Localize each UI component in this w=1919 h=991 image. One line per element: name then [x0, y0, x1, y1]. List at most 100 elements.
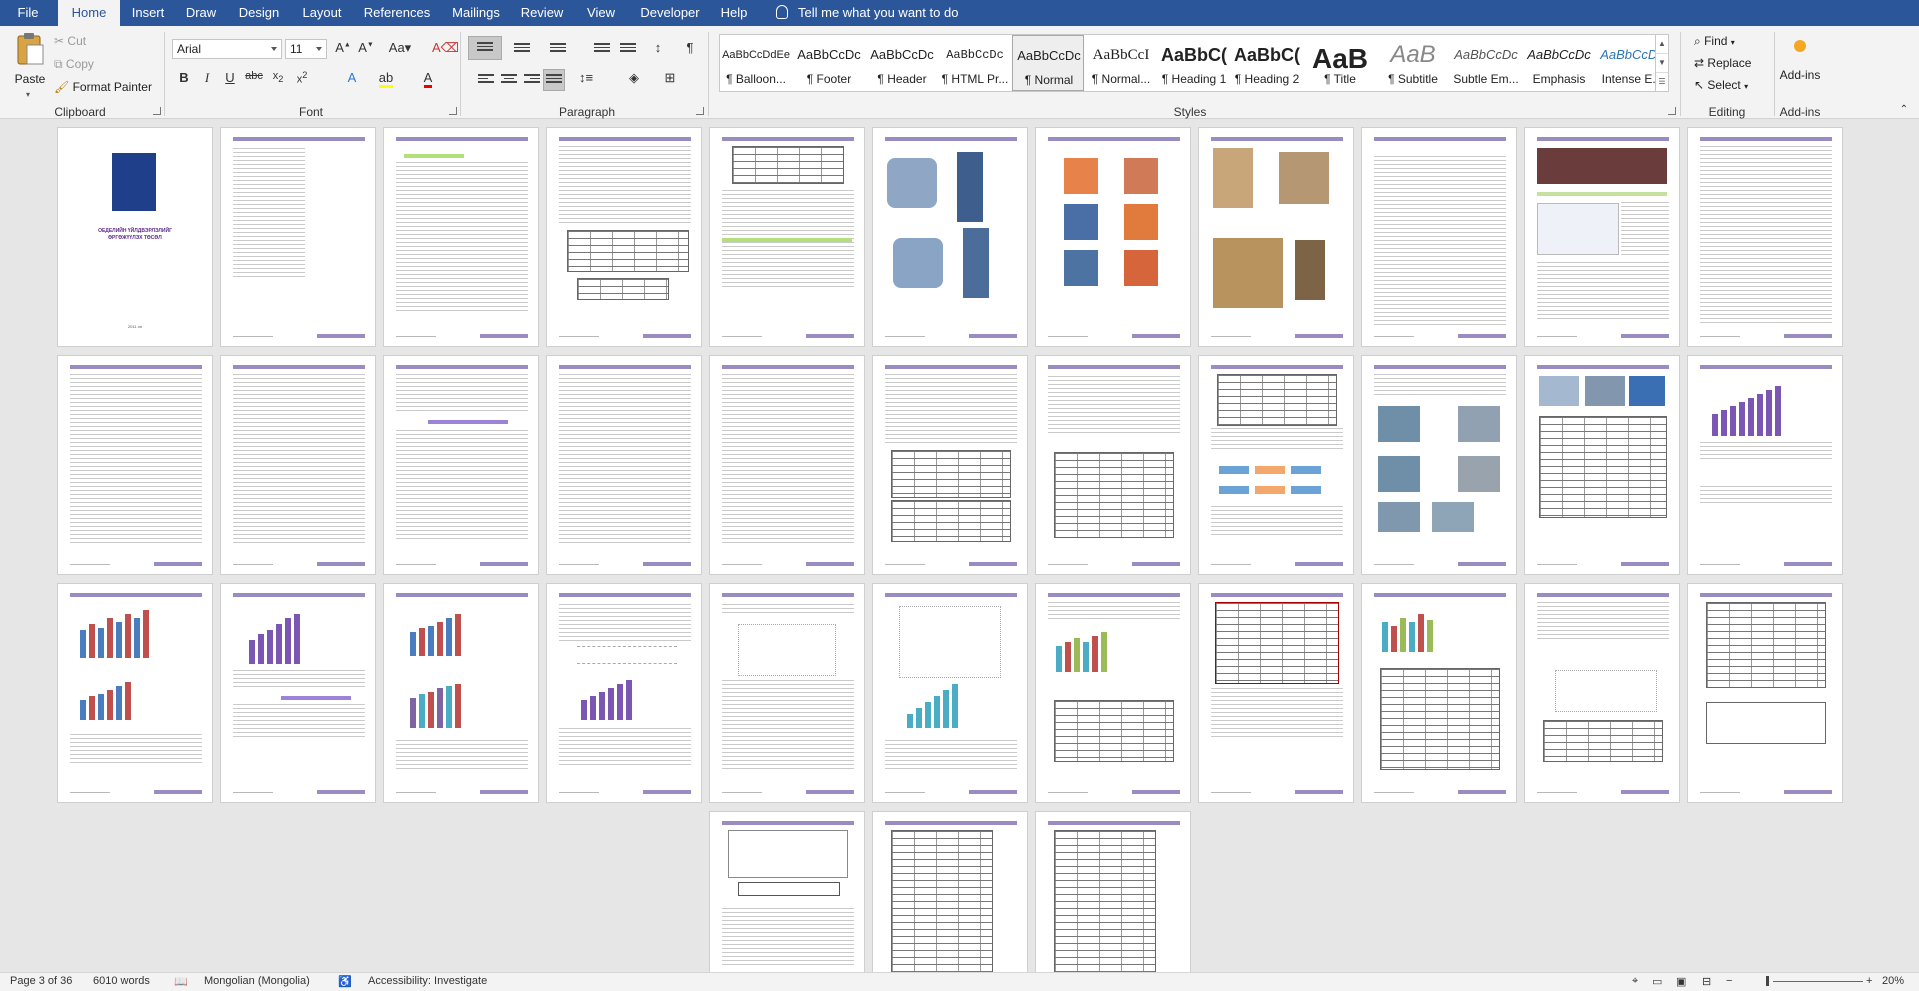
gallery-more-icon[interactable]: ☰	[1656, 73, 1668, 91]
add-ins-button[interactable]: Add-ins	[1778, 34, 1822, 94]
tab-view[interactable]: View	[576, 0, 626, 26]
style-header[interactable]: AaBbCcDc ¶ Header	[866, 35, 938, 91]
page-thumbnail[interactable]	[547, 128, 701, 346]
bold-icon[interactable]: B	[174, 70, 194, 85]
page-thumbnail[interactable]	[221, 356, 375, 574]
proofing-icon[interactable]: 📖	[174, 975, 188, 988]
style-heading-1[interactable]: AaBbC(¶ Heading 1	[1158, 35, 1230, 91]
page-thumbnail[interactable]	[1199, 356, 1353, 574]
zoom-out-icon[interactable]: −	[1726, 975, 1732, 987]
page-thumbnail[interactable]	[1199, 584, 1353, 802]
tab-help[interactable]: Help	[714, 0, 754, 26]
text-effects-icon[interactable]: A	[342, 70, 362, 85]
subscript-icon[interactable]: x2	[268, 70, 288, 84]
tab-home[interactable]: Home	[58, 0, 120, 27]
style-html-preformatted[interactable]: AaBbCcDc ¶ HTML Pr...	[939, 35, 1011, 91]
sort-icon[interactable]: ↕	[648, 40, 668, 55]
font-color-icon[interactable]: A	[418, 70, 438, 88]
replace-button[interactable]: ⇄ Replace	[1694, 56, 1751, 70]
web-layout-icon[interactable]: ⊟	[1702, 975, 1711, 988]
shrink-font-icon[interactable]: A▼	[356, 40, 376, 55]
page-thumbnail[interactable]	[1036, 812, 1190, 972]
page-thumbnail[interactable]: ОЕДЕЛИЙН ҮЙЛДВЭРЛЭЛИЙГ ӨРГӨЖҮҮЛЭХ ТӨСӨЛ 2…	[58, 128, 212, 346]
align-center-icon[interactable]	[501, 74, 517, 86]
tab-layout[interactable]: Layout	[294, 0, 350, 26]
style-emphasis[interactable]: AaBbCcDc Emphasis	[1523, 35, 1595, 91]
zoom-slider-handle[interactable]	[1766, 976, 1769, 986]
tab-review[interactable]: Review	[514, 0, 570, 26]
font-name-box[interactable]: Arial	[172, 39, 282, 59]
tab-developer[interactable]: Developer	[632, 0, 708, 26]
page-thumbnail[interactable]	[221, 584, 375, 802]
paragraph-launcher[interactable]	[696, 107, 704, 115]
paste-button[interactable]: Paste ▾	[8, 30, 52, 100]
page-thumbnail[interactable]	[1036, 128, 1190, 346]
select-button[interactable]: ↖ Select ▾	[1694, 78, 1748, 92]
shading-icon[interactable]: ◈	[624, 70, 644, 86]
chevron-up-icon[interactable]: ▲	[1656, 35, 1668, 54]
styles-launcher[interactable]	[1668, 107, 1676, 115]
page-thumbnail[interactable]	[1688, 128, 1842, 346]
change-case-icon[interactable]: Aa▾	[386, 40, 414, 56]
find-button[interactable]: ⌕ Find ▾	[1694, 34, 1735, 49]
style-subtle-emphasis[interactable]: AaBbCcDc Subtle Em...	[1450, 35, 1522, 91]
clear-formatting-icon[interactable]: A⌫	[432, 40, 459, 56]
align-left-icon[interactable]	[478, 74, 494, 86]
cut-button[interactable]: ✂ Cut	[54, 34, 86, 48]
bullets-button[interactable]	[468, 36, 502, 60]
styles-gallery-scroll[interactable]: ▲ ▼ ☰	[1655, 34, 1669, 92]
page-thumbnail[interactable]	[384, 584, 538, 802]
page-thumbnail[interactable]	[384, 356, 538, 574]
underline-icon[interactable]: U	[220, 70, 240, 85]
vertical-scrollbar[interactable]	[1902, 119, 1919, 972]
tab-design[interactable]: Design	[230, 0, 288, 26]
multilevel-list-icon[interactable]	[550, 43, 566, 55]
page-thumbnail[interactable]	[710, 812, 864, 972]
page-thumbnail[interactable]	[873, 356, 1027, 574]
decrease-indent-icon[interactable]	[594, 43, 610, 55]
page-thumbnail[interactable]	[58, 356, 212, 574]
italic-icon[interactable]: I	[197, 70, 217, 86]
page-thumbnail[interactable]	[873, 812, 1027, 972]
print-layout-icon[interactable]: ▣	[1676, 975, 1686, 988]
page-thumbnail[interactable]	[710, 356, 864, 574]
borders-icon[interactable]: ⊞	[660, 70, 680, 86]
style-subtitle[interactable]: AaB ¶ Subtitle	[1377, 35, 1449, 91]
page-thumbnail[interactable]	[1199, 128, 1353, 346]
clipboard-launcher[interactable]	[153, 107, 161, 115]
page-thumbnail[interactable]	[1036, 356, 1190, 574]
page-thumbnail[interactable]	[384, 128, 538, 346]
tab-insert[interactable]: Insert	[124, 0, 172, 26]
page-thumbnail[interactable]	[1525, 584, 1679, 802]
focus-mode-icon[interactable]: ⌖	[1632, 975, 1638, 988]
language-indicator[interactable]: Mongolian (Mongolia)	[204, 975, 310, 987]
page-thumbnail[interactable]	[1362, 356, 1516, 574]
page-thumbnail[interactable]	[873, 128, 1027, 346]
font-size-box[interactable]: 11	[285, 39, 327, 59]
superscript-icon[interactable]: x2	[292, 70, 312, 86]
page-thumbnail[interactable]	[58, 584, 212, 802]
zoom-level[interactable]: 20%	[1882, 975, 1904, 987]
page-thumbnail[interactable]	[1036, 584, 1190, 802]
read-mode-icon[interactable]: ▭	[1652, 975, 1662, 988]
zoom-slider[interactable]	[1773, 981, 1863, 982]
numbering-icon[interactable]	[514, 43, 530, 55]
style-balloon-text[interactable]: AaBbCcDdEe ¶ Balloon...	[720, 35, 792, 91]
collapse-ribbon-icon[interactable]: ⌃	[1894, 104, 1914, 115]
copy-button[interactable]: ⧉ Copy	[54, 57, 94, 72]
highlight-color-icon[interactable]: ab	[376, 70, 396, 88]
grow-font-icon[interactable]: A▲	[333, 40, 353, 55]
word-count[interactable]: 6010 words	[93, 975, 150, 987]
tell-me-search[interactable]: Tell me what you want to do	[776, 0, 958, 26]
tab-mailings[interactable]: Mailings	[444, 0, 508, 26]
accessibility-status[interactable]: Accessibility: Investigate	[368, 975, 487, 987]
style-normal[interactable]: AaBbCcDc ¶ Normal	[1012, 35, 1084, 91]
style-normal-web[interactable]: AaBbCcI ¶ Normal...	[1085, 35, 1157, 91]
page-thumbnail[interactable]	[1688, 356, 1842, 574]
tab-file[interactable]: File	[0, 0, 56, 26]
increase-indent-icon[interactable]	[620, 43, 636, 55]
pilcrow-icon[interactable]: ¶	[680, 40, 700, 55]
page-thumbnail[interactable]	[221, 128, 375, 346]
format-painter-button[interactable]: 🖌 Format Painter	[54, 80, 152, 94]
font-launcher[interactable]	[449, 107, 457, 115]
